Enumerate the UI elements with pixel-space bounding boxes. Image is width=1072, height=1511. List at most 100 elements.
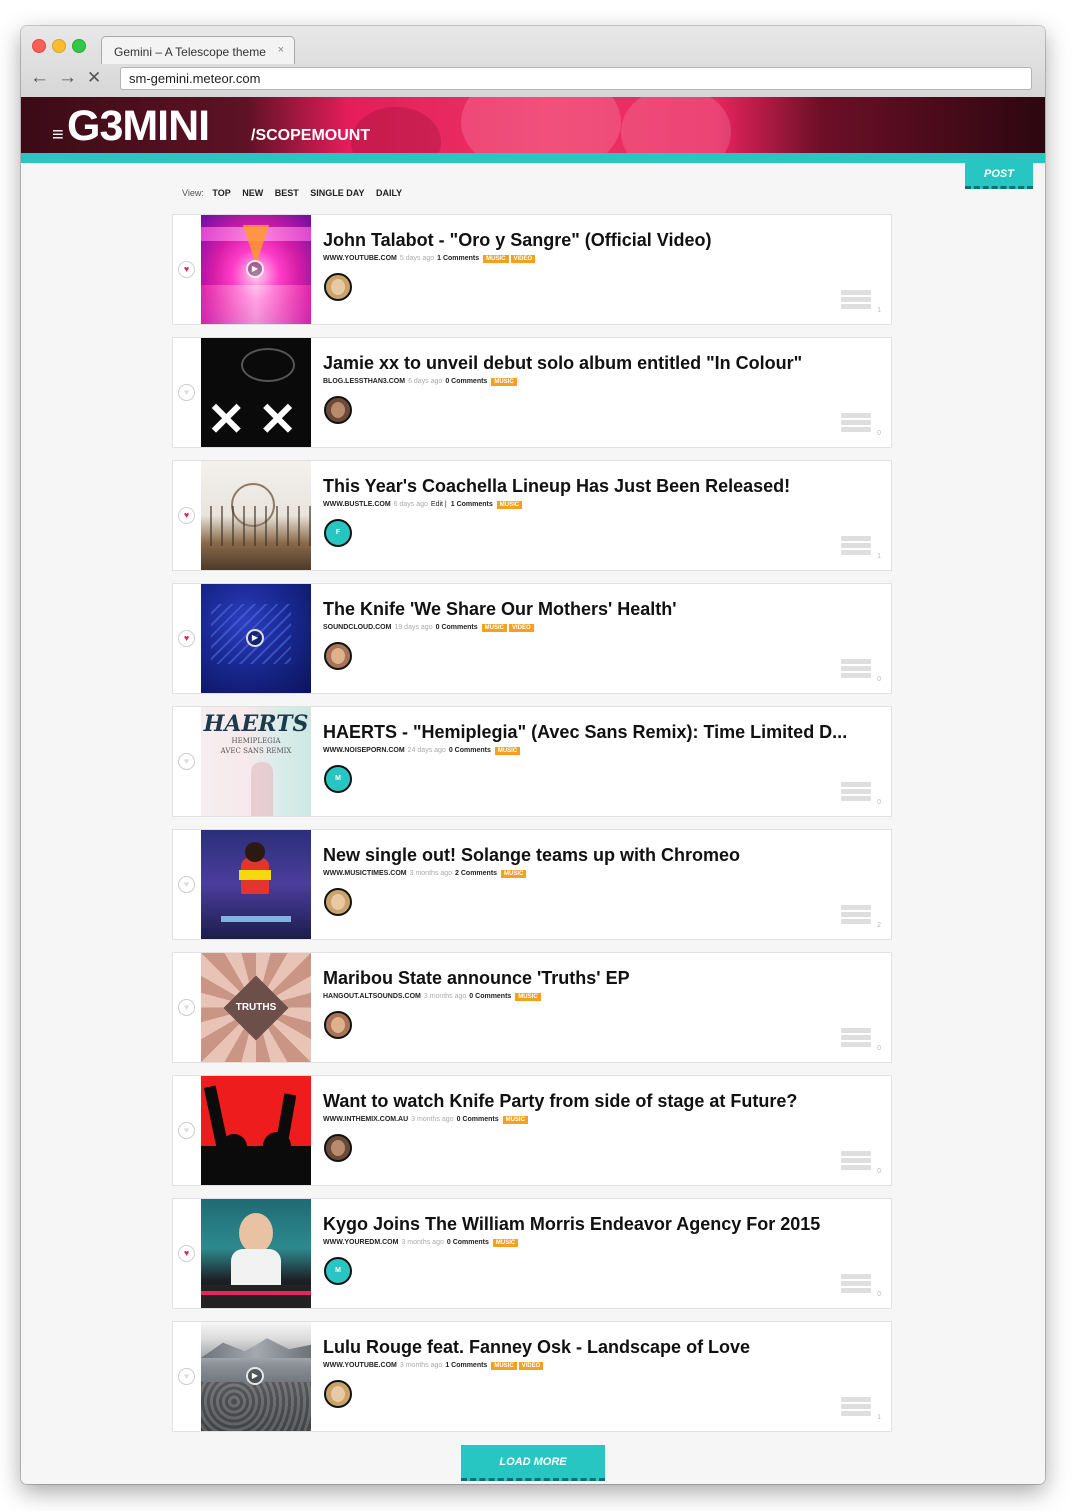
post-domain[interactable]: WWW.BUSTLE.COM bbox=[323, 501, 391, 508]
upvote-heart-icon[interactable]: ♥ bbox=[178, 1245, 195, 1262]
post-button[interactable]: POST bbox=[965, 163, 1033, 189]
post-comments-link[interactable]: 0 Comments bbox=[445, 378, 487, 385]
post-domain[interactable]: HANGOUT.ALTSOUNDS.COM bbox=[323, 993, 421, 1000]
author-avatar[interactable] bbox=[324, 1011, 352, 1039]
post-title[interactable]: Lulu Rouge feat. Fanney Osk - Landscape … bbox=[323, 1337, 885, 1358]
post-thumbnail[interactable] bbox=[201, 1076, 311, 1185]
post-thumbnail[interactable] bbox=[201, 830, 311, 939]
post-thumbnail[interactable] bbox=[201, 1199, 311, 1308]
post-comments-link[interactable]: 0 Comments bbox=[436, 624, 478, 631]
comments-list-icon[interactable]: 0 bbox=[841, 1274, 881, 1298]
post-domain[interactable]: WWW.MUSICTIMES.COM bbox=[323, 870, 407, 877]
menu-icon[interactable]: ≡ bbox=[52, 124, 64, 147]
comments-list-icon[interactable]: 0 bbox=[841, 1028, 881, 1052]
comments-list-icon[interactable]: 1 bbox=[841, 290, 881, 314]
post-domain[interactable]: WWW.INTHEMIX.COM.AU bbox=[323, 1116, 408, 1123]
comments-list-icon[interactable]: 0 bbox=[841, 659, 881, 683]
author-avatar[interactable] bbox=[324, 1380, 352, 1408]
maximize-window-button[interactable] bbox=[72, 39, 86, 53]
category-tag[interactable]: VIDEO bbox=[508, 624, 534, 632]
author-avatar[interactable] bbox=[324, 888, 352, 916]
address-bar[interactable]: sm-gemini.meteor.com bbox=[120, 67, 1032, 90]
edit-post-link[interactable]: Edit | bbox=[431, 501, 447, 508]
post-thumbnail[interactable]: ▶ bbox=[201, 215, 311, 324]
post-domain[interactable]: WWW.YOUTUBE.COM bbox=[323, 255, 397, 262]
post-thumbnail[interactable]: TRUTHS bbox=[201, 953, 311, 1062]
upvote-heart-icon[interactable]: ♥ bbox=[178, 261, 195, 278]
post-title[interactable]: Want to watch Knife Party from side of s… bbox=[323, 1091, 885, 1112]
view-top-link[interactable]: TOP bbox=[212, 188, 230, 198]
category-tag[interactable]: MUSIC bbox=[502, 1116, 528, 1124]
forward-arrow-icon[interactable]: → bbox=[58, 68, 77, 88]
author-avatar[interactable] bbox=[324, 396, 352, 424]
site-subtitle[interactable]: /SCOPEMOUNT bbox=[251, 127, 370, 145]
post-comments-link[interactable]: 0 Comments bbox=[469, 993, 511, 1000]
category-tag[interactable]: VIDEO bbox=[518, 1362, 544, 1370]
category-tag[interactable]: MUSIC bbox=[496, 501, 523, 509]
author-avatar[interactable] bbox=[324, 1134, 352, 1162]
author-avatar[interactable]: M bbox=[324, 765, 352, 793]
category-tag[interactable]: MUSIC bbox=[491, 1362, 517, 1370]
upvote-heart-icon[interactable]: ♥ bbox=[178, 1122, 195, 1139]
view-single-day-link[interactable]: SINGLE DAY bbox=[310, 188, 364, 198]
post-comments-link[interactable]: 2 Comments bbox=[455, 870, 497, 877]
post-title[interactable]: Maribou State announce 'Truths' EP bbox=[323, 968, 885, 989]
comments-list-icon[interactable]: 0 bbox=[841, 782, 881, 806]
tab-close-icon[interactable]: × bbox=[278, 44, 284, 56]
post-comments-link[interactable]: 0 Comments bbox=[447, 1239, 489, 1246]
site-logo[interactable]: G3MINI bbox=[67, 103, 210, 149]
post-title[interactable]: Jamie xx to unveil debut solo album enti… bbox=[323, 353, 885, 374]
upvote-heart-icon[interactable]: ♥ bbox=[178, 753, 195, 770]
post-comments-link[interactable]: 0 Comments bbox=[457, 1116, 499, 1123]
comments-list-icon[interactable]: 1 bbox=[841, 536, 881, 560]
upvote-heart-icon[interactable]: ♥ bbox=[178, 384, 195, 401]
post-domain[interactable]: SOUNDCLOUD.COM bbox=[323, 624, 391, 631]
post-title[interactable]: The Knife 'We Share Our Mothers' Health' bbox=[323, 599, 885, 620]
post-thumbnail[interactable]: ▶ bbox=[201, 584, 311, 693]
post-thumbnail[interactable]: ▶ bbox=[201, 1322, 311, 1431]
author-avatar[interactable] bbox=[324, 273, 352, 301]
post-domain[interactable]: WWW.NOISEPORN.COM bbox=[323, 747, 405, 754]
author-avatar[interactable] bbox=[324, 642, 352, 670]
post-domain[interactable]: WWW.YOUTUBE.COM bbox=[323, 1362, 397, 1369]
category-tag[interactable]: MUSIC bbox=[481, 624, 507, 632]
category-tag[interactable]: MUSIC bbox=[515, 993, 541, 1001]
minimize-window-button[interactable] bbox=[52, 39, 66, 53]
post-title[interactable]: John Talabot - "Oro y Sangre" (Official … bbox=[323, 230, 885, 251]
comments-list-icon[interactable]: 1 bbox=[841, 1397, 881, 1421]
view-new-link[interactable]: NEW bbox=[242, 188, 263, 198]
post-title[interactable]: HAERTS - "Hemiplegia" (Avec Sans Remix):… bbox=[323, 722, 885, 743]
upvote-heart-icon[interactable]: ♥ bbox=[178, 630, 195, 647]
post-thumbnail[interactable]: ✕ ✕ bbox=[201, 338, 311, 447]
upvote-heart-icon[interactable]: ♥ bbox=[178, 1368, 195, 1385]
post-title[interactable]: This Year's Coachella Lineup Has Just Be… bbox=[323, 476, 885, 497]
post-domain[interactable]: WWW.YOUREDM.COM bbox=[323, 1239, 398, 1246]
view-best-link[interactable]: BEST bbox=[275, 188, 299, 198]
upvote-heart-icon[interactable]: ♥ bbox=[178, 999, 195, 1016]
post-title[interactable]: New single out! Solange teams up with Ch… bbox=[323, 845, 885, 866]
upvote-heart-icon[interactable]: ♥ bbox=[178, 507, 195, 524]
author-avatar[interactable]: F bbox=[324, 519, 352, 547]
back-arrow-icon[interactable]: ← bbox=[30, 68, 49, 88]
category-tag[interactable]: MUSIC bbox=[501, 870, 527, 878]
comments-list-icon[interactable]: 0 bbox=[841, 1151, 881, 1175]
category-tag[interactable]: MUSIC bbox=[483, 255, 509, 263]
post-title[interactable]: Kygo Joins The William Morris Endeavor A… bbox=[323, 1214, 885, 1235]
post-comments-link[interactable]: 1 Comments bbox=[451, 501, 493, 508]
browser-tab[interactable]: Gemini – A Telescope theme × bbox=[101, 36, 295, 64]
category-tag[interactable]: MUSIC bbox=[491, 378, 517, 386]
stop-loading-icon[interactable]: ✕ bbox=[87, 68, 101, 88]
comments-list-icon[interactable]: 0 bbox=[841, 413, 881, 437]
load-more-button[interactable]: LOAD MORE bbox=[461, 1445, 605, 1481]
comments-list-icon[interactable]: 2 bbox=[841, 905, 881, 929]
post-comments-link[interactable]: 1 Comments bbox=[445, 1362, 487, 1369]
post-comments-link[interactable]: 1 Comments bbox=[437, 255, 479, 262]
category-tag[interactable]: VIDEO bbox=[510, 255, 536, 263]
post-domain[interactable]: BLOG.LESSTHAN3.COM bbox=[323, 378, 405, 385]
view-daily-link[interactable]: DAILY bbox=[376, 188, 402, 198]
author-avatar[interactable]: M bbox=[324, 1257, 352, 1285]
post-thumbnail[interactable]: HAERTS HEMIPLEGIA AVEC SANS REMIX bbox=[201, 707, 311, 816]
close-window-button[interactable] bbox=[32, 39, 46, 53]
category-tag[interactable]: MUSIC bbox=[494, 747, 521, 755]
category-tag[interactable]: MUSIC bbox=[492, 1239, 519, 1247]
